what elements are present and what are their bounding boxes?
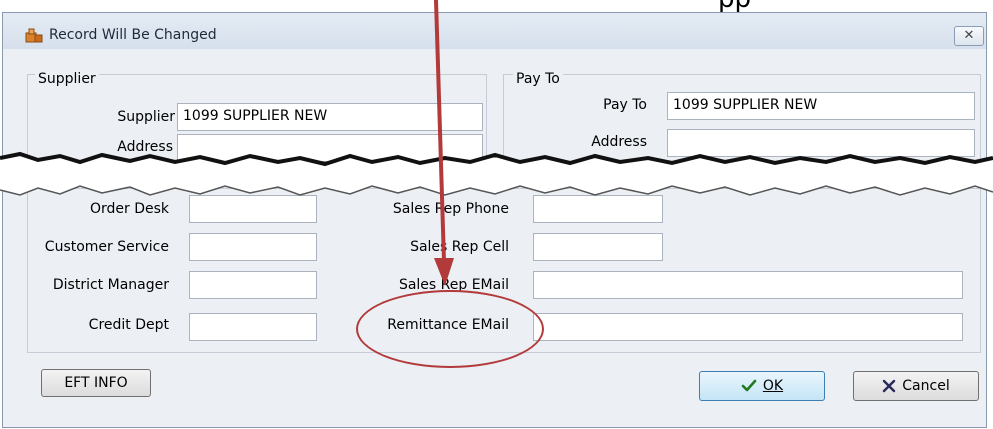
customer-service-input[interactable] [189, 233, 317, 261]
payto-group-legend: Pay To [513, 71, 563, 87]
dialog-window: Record Will Be Changed ✕ Supplier Suppli… [2, 12, 987, 428]
annotation-arrow [434, 0, 454, 286]
cancel-label: Cancel [902, 378, 950, 394]
cancel-button[interactable]: Cancel [853, 371, 979, 401]
close-icon: ✕ [963, 28, 975, 43]
sales-rep-cell-input[interactable] [533, 233, 663, 261]
window-title: Record Will Be Changed [49, 27, 217, 43]
close-button[interactable]: ✕ [954, 26, 984, 46]
order-desk-label: Order Desk [89, 201, 169, 217]
district-manager-label: District Manager [52, 277, 169, 293]
checkmark-icon [741, 379, 757, 392]
ok-button[interactable]: OK [699, 371, 825, 401]
payto-label: Pay To [603, 97, 647, 113]
district-manager-input[interactable] [189, 271, 317, 299]
payto-input[interactable]: 1099 SUPPLIER NEW [667, 92, 975, 120]
sales-rep-email-input[interactable] [533, 271, 963, 299]
annotation-circle [356, 290, 544, 368]
customer-service-label: Customer Service [44, 239, 169, 255]
credit-dept-label: Credit Dept [88, 317, 169, 333]
eft-info-button[interactable]: EFT INFO [41, 369, 151, 397]
supplier-group-legend: Supplier [35, 71, 99, 87]
x-cancel-icon [883, 379, 896, 393]
supplier-label: Supplier [117, 109, 175, 125]
eft-info-label: EFT INFO [64, 375, 128, 391]
ok-label: OK [762, 378, 784, 394]
torn-edge-divider [0, 151, 993, 196]
remittance-email-input[interactable] [533, 313, 963, 341]
payto-address-label: Address [591, 134, 647, 150]
credit-dept-input[interactable] [189, 313, 317, 341]
app-icon [25, 28, 43, 43]
